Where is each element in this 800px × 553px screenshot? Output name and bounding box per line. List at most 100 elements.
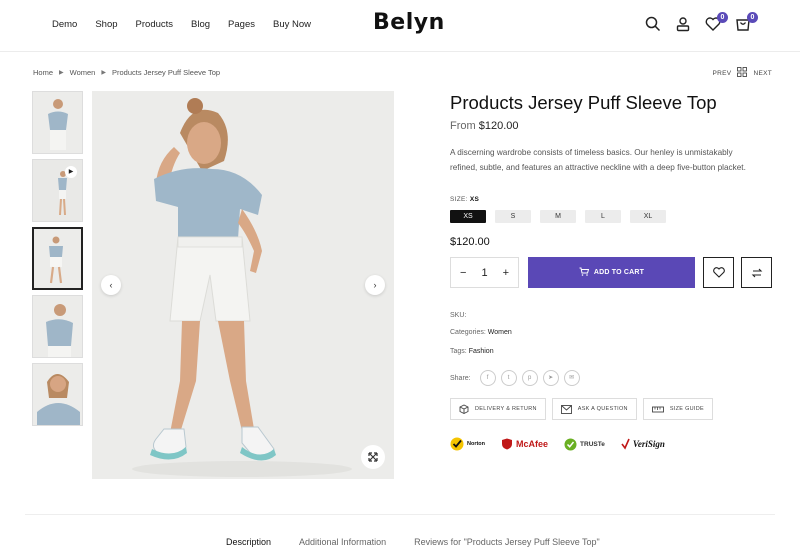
twitter-icon[interactable]: t: [500, 370, 517, 386]
ask-question-label: ASK A QUESTION: [577, 406, 628, 412]
box-icon: [459, 404, 469, 414]
thumbnail-1[interactable]: [32, 91, 83, 154]
quantity-value[interactable]: 1: [481, 267, 487, 279]
verisign-badge: VeriSign: [621, 438, 665, 450]
tags-label: Tags:: [450, 348, 467, 355]
chevron-right-icon: ▶: [59, 70, 64, 76]
expand-icon[interactable]: [361, 445, 385, 469]
size-option-s[interactable]: S: [495, 210, 531, 223]
ask-question-button[interactable]: ASK A QUESTION: [551, 398, 637, 420]
main-product-image[interactable]: ‹ ›: [92, 91, 394, 479]
prev-product-link[interactable]: PREV: [713, 70, 732, 77]
pinterest-icon[interactable]: p: [521, 370, 538, 386]
size-guide-button[interactable]: SIZE GUIDE: [642, 398, 713, 420]
chevron-left-icon[interactable]: ‹: [101, 275, 121, 295]
nav-buy-now[interactable]: Buy Now: [273, 19, 311, 30]
chevron-right-icon: ▶: [101, 70, 106, 76]
mcafee-shield-icon: [502, 438, 513, 450]
mcafee-badge: McAfee: [501, 438, 548, 450]
size-option-xl[interactable]: XL: [630, 210, 666, 223]
product-options: DELIVERY & RETURN ASK A QUESTION SIZE GU…: [450, 398, 713, 420]
site-header: Demo Shop Products Blog Pages Buy Now Be…: [0, 0, 800, 52]
norton-badge: Norton: [450, 437, 485, 451]
wishlist-count-badge: 0: [717, 12, 728, 23]
truste-icon: [564, 438, 577, 450]
tab-description[interactable]: Description: [226, 537, 271, 547]
cart-icon: [579, 267, 590, 278]
nav-demo[interactable]: Demo: [52, 19, 77, 30]
plus-icon[interactable]: +: [503, 267, 509, 279]
ruler-icon: [651, 406, 664, 413]
heart-icon: [712, 267, 725, 278]
size-selector: XS S M L XL: [450, 210, 666, 223]
wishlist-button[interactable]: [703, 257, 734, 288]
facebook-icon[interactable]: f: [479, 370, 496, 386]
categories-row: Categories: Women: [450, 329, 512, 336]
share-row: Share: f t p ➤ ✉: [450, 370, 580, 386]
nav-products[interactable]: Products: [136, 19, 174, 30]
compare-icon: [751, 268, 762, 277]
thumbnail-4[interactable]: [32, 295, 83, 358]
size-option-l[interactable]: L: [585, 210, 621, 223]
product-description: A discerning wardrobe consists of timele…: [450, 148, 746, 172]
nav-shop[interactable]: Shop: [95, 19, 117, 30]
size-option-xs[interactable]: XS: [450, 210, 486, 223]
compare-button[interactable]: [741, 257, 772, 288]
mail-icon: [560, 404, 572, 414]
tab-additional-information[interactable]: Additional Information: [299, 537, 386, 547]
truste-badge: TRUSTe: [564, 438, 605, 451]
category-link[interactable]: Women: [488, 329, 512, 336]
tabs-divider: [25, 514, 775, 515]
minus-icon[interactable]: −: [460, 267, 466, 279]
nav-blog[interactable]: Blog: [191, 19, 210, 30]
size-option-m[interactable]: M: [540, 210, 576, 223]
quantity-stepper: − 1 +: [450, 257, 519, 288]
tab-reviews[interactable]: Reviews for "Products Jersey Puff Sleeve…: [414, 537, 600, 547]
play-icon[interactable]: ▶: [65, 166, 77, 178]
sku-row: SKU:: [450, 312, 466, 319]
thumbnail-3-active[interactable]: [32, 227, 83, 290]
next-product-link[interactable]: NEXT: [753, 70, 772, 77]
thumbnail-5[interactable]: [32, 363, 83, 426]
thumbnail-list: ▶: [32, 91, 83, 431]
cart-icon[interactable]: 0: [735, 12, 758, 32]
size-selected: XS: [469, 196, 480, 203]
email-icon[interactable]: ✉: [563, 370, 580, 386]
account-icon[interactable]: [675, 16, 691, 32]
add-to-cart-button[interactable]: ADD TO CART: [528, 257, 695, 288]
verisign-check-icon: [621, 438, 630, 450]
size-label: SIZE: XS: [450, 196, 480, 203]
wishlist-icon[interactable]: 0: [705, 12, 728, 32]
thumbnail-video[interactable]: ▶: [32, 159, 83, 222]
tag-link[interactable]: Fashion: [469, 348, 494, 355]
product-title: Products Jersey Puff Sleeve Top: [450, 92, 717, 113]
from-price: $120.00: [478, 120, 519, 132]
delivery-return-button[interactable]: DELIVERY & RETURN: [450, 398, 546, 420]
product-price: $120.00: [450, 236, 490, 248]
telegram-icon[interactable]: ➤: [542, 370, 559, 386]
chevron-right-icon[interactable]: ›: [365, 275, 385, 295]
grid-icon[interactable]: [737, 67, 748, 79]
product-pager: PREV NEXT: [713, 67, 772, 79]
norton-check-icon: [450, 437, 464, 451]
search-icon[interactable]: [645, 16, 661, 32]
product-tabs: Description Additional Information Revie…: [226, 537, 600, 547]
tags-row: Tags: Fashion: [450, 348, 494, 355]
breadcrumb: Home ▶ Women ▶ Products Jersey Puff Slee…: [33, 68, 220, 77]
add-to-cart-label: ADD TO CART: [593, 269, 645, 276]
price-from: From $120.00: [450, 120, 519, 132]
trust-badges: Norton McAfee TRUSTe VeriSign: [450, 437, 665, 451]
nav-pages[interactable]: Pages: [228, 19, 255, 30]
delivery-return-label: DELIVERY & RETURN: [475, 406, 537, 412]
cart-count-badge: 0: [747, 12, 758, 23]
sku-label: SKU:: [450, 312, 467, 319]
from-label: From: [450, 120, 476, 132]
breadcrumb-women[interactable]: Women: [70, 68, 96, 77]
site-logo[interactable]: Belyn: [373, 10, 445, 35]
share-label: Share:: [450, 374, 471, 382]
breadcrumb-current: Products Jersey Puff Sleeve Top: [111, 68, 221, 77]
breadcrumb-home[interactable]: Home: [33, 68, 53, 77]
categories-label: Categories:: [450, 329, 486, 336]
size-guide-label: SIZE GUIDE: [669, 406, 704, 412]
main-nav: Demo Shop Products Blog Pages Buy Now: [52, 19, 311, 30]
